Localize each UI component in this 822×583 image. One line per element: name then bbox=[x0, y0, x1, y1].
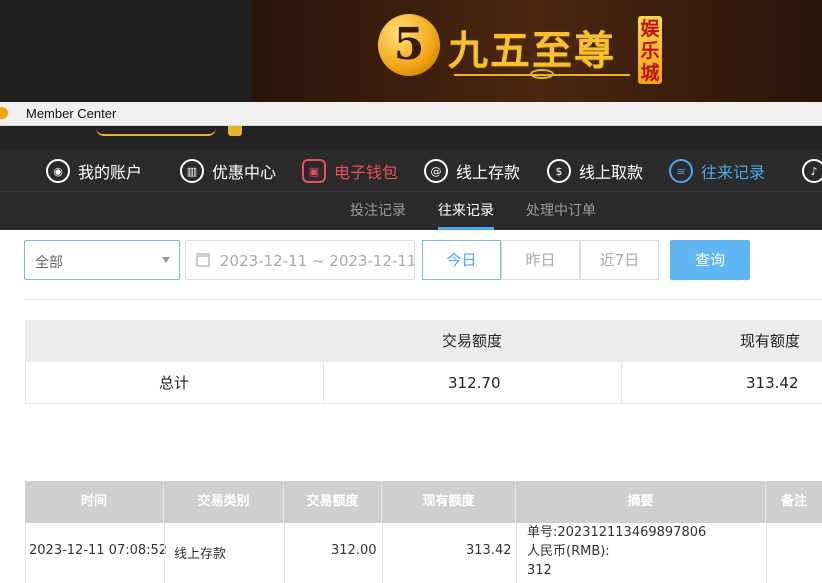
strip-logo-badge bbox=[228, 126, 242, 136]
wallet-icon: ▣ bbox=[302, 159, 326, 183]
nav-transaction-records[interactable]: ≡ 往来记录 bbox=[669, 150, 765, 192]
summary-table-header: 交易额度 现有额度 bbox=[25, 320, 822, 362]
yesterday-button[interactable]: 昨日 bbox=[501, 240, 580, 280]
memo-order-number: 单号:202312113469897806 bbox=[527, 525, 707, 540]
header-memo: 摘要 bbox=[627, 494, 654, 509]
nav-label: 线上存款 bbox=[456, 163, 521, 182]
type-select[interactable]: 全部 bbox=[24, 240, 180, 280]
summary-row: 总计 312.70 313.42 bbox=[25, 362, 822, 404]
chevron-down-icon bbox=[162, 257, 170, 263]
nav-label: 电子钱包 bbox=[334, 163, 399, 182]
subtab-bet-records[interactable]: 投注记录 bbox=[350, 192, 406, 230]
user-icon: ◉ bbox=[46, 159, 70, 183]
nav-promotions[interactable]: ▥ 优惠中心 bbox=[180, 150, 276, 192]
memo-value: 312 bbox=[527, 563, 552, 578]
header-balance: 现有额度 bbox=[422, 494, 475, 509]
header-note: 备注 bbox=[780, 494, 807, 509]
date-range-input[interactable]: 2023-12-11 ~ 2023-12-11 bbox=[185, 240, 415, 280]
logo-icon bbox=[378, 14, 440, 76]
cell-divider bbox=[516, 523, 517, 583]
logo-text: 九五至尊 bbox=[448, 27, 616, 74]
today-button[interactable]: 今日 bbox=[422, 240, 501, 280]
cell-divider bbox=[323, 362, 324, 404]
bell-icon: ♪ bbox=[802, 159, 822, 183]
type-select-value: 全部 bbox=[35, 255, 63, 271]
record-icon: ≡ bbox=[669, 159, 693, 183]
memo-currency: 人民币(RMB): bbox=[527, 544, 610, 559]
divider bbox=[24, 299, 822, 300]
cell-divider bbox=[284, 523, 285, 583]
row-type: 线上存款 bbox=[174, 547, 227, 562]
calendar-icon bbox=[196, 253, 210, 267]
table-row: 2023-12-11 07:08:52 线上存款 312.00 313.42 单… bbox=[25, 523, 822, 583]
cell-divider bbox=[382, 523, 383, 583]
nav-online-withdraw[interactable]: $ 线上取款 bbox=[547, 150, 643, 192]
row-balance: 313.42 bbox=[466, 543, 512, 558]
row-memo: 单号:202312113469897806 人民币(RMB): 312 bbox=[527, 523, 706, 580]
subtab-transaction-records[interactable]: 往来记录 bbox=[438, 192, 494, 230]
nav-messages[interactable]: ♪ bbox=[802, 150, 822, 192]
deposit-icon: @ bbox=[424, 159, 448, 183]
search-button[interactable]: 查询 bbox=[670, 240, 750, 280]
subtab-pending-orders[interactable]: 处理中订单 bbox=[526, 192, 596, 230]
logo-badge-text: 娱乐城 bbox=[640, 18, 660, 84]
sub-nav: 投注记录 往来记录 处理中订单 bbox=[0, 192, 822, 230]
window-titlebar: Member Center bbox=[0, 102, 822, 126]
cell-divider bbox=[621, 362, 622, 404]
row-time: 2023-12-11 07:08:52 bbox=[29, 543, 168, 558]
nav-label: 优惠中心 bbox=[212, 163, 277, 182]
detail-table-header: 时间 交易类别 交易额度 现有额度 摘要 备注 bbox=[25, 481, 822, 523]
row-amount: 312.00 bbox=[331, 543, 377, 558]
logo-ornament bbox=[454, 69, 630, 79]
logo-badge: 娱乐城 bbox=[638, 16, 662, 84]
window-title: Member Center bbox=[26, 106, 117, 121]
summary-balance: 313.42 bbox=[746, 374, 799, 392]
strip-ornament bbox=[96, 128, 216, 136]
gift-icon: ▥ bbox=[180, 159, 204, 183]
cell-divider bbox=[766, 523, 767, 583]
last-7-days-button[interactable]: 近7日 bbox=[580, 240, 659, 280]
nav-label: 我的账户 bbox=[78, 163, 143, 182]
header-amount: 交易额度 bbox=[306, 494, 359, 509]
main-nav: ◉ 我的账户 ▥ 优惠中心 ▣ 电子钱包 @ 线上存款 $ 线上取款 ≡ 往来记… bbox=[0, 150, 822, 192]
header-time: 时间 bbox=[80, 494, 107, 509]
nav-label: 往来记录 bbox=[701, 163, 766, 182]
nav-my-account[interactable]: ◉ 我的账户 bbox=[46, 150, 142, 192]
app-icon bbox=[0, 107, 8, 119]
summary-header-trade-amount: 交易额度 bbox=[442, 332, 503, 350]
withdraw-icon: $ bbox=[547, 159, 571, 183]
summary-total-label: 总计 bbox=[159, 374, 190, 392]
cell-divider bbox=[164, 523, 165, 583]
summary-header-balance: 现有额度 bbox=[740, 332, 801, 350]
nav-e-wallet[interactable]: ▣ 电子钱包 bbox=[302, 150, 398, 192]
nav-online-deposit[interactable]: @ 线上存款 bbox=[424, 150, 520, 192]
header-type: 交易类别 bbox=[197, 494, 250, 509]
summary-trade-amount: 312.70 bbox=[448, 374, 501, 392]
date-range-value: 2023-12-11 ~ 2023-12-11 bbox=[220, 252, 415, 270]
nav-label: 线上取款 bbox=[579, 163, 644, 182]
